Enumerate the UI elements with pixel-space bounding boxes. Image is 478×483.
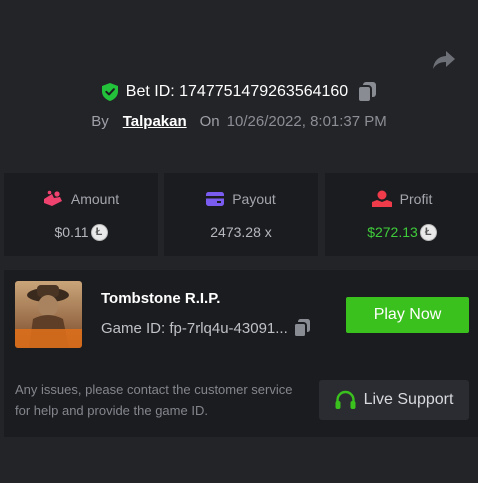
profit-icon	[371, 190, 392, 207]
by-label: By	[91, 112, 109, 130]
game-title: Tombstone R.I.P.	[101, 290, 221, 307]
game-id-row: Game ID: fp-7rlq4u-43091...	[101, 319, 310, 337]
game-id-text: Game ID: fp-7rlq4u-43091...	[101, 319, 288, 337]
headset-icon	[335, 390, 356, 409]
bet-stats: Amount $0.11 Ł Payout 2473.28 x Profit $…	[4, 173, 478, 256]
live-support-button[interactable]: Live Support	[319, 380, 469, 420]
copy-icon[interactable]	[358, 82, 377, 102]
live-support-label: Live Support	[363, 391, 454, 408]
amount-value: $0.11	[54, 224, 89, 240]
username-link[interactable]: Talpakan	[123, 113, 187, 130]
share-icon	[433, 51, 455, 69]
coin-icon: Ł	[90, 223, 108, 241]
profit-card: Profit $272.13 Ł	[325, 173, 478, 256]
game-panel: Tombstone R.I.P. Game ID: fp-7rlq4u-4309…	[4, 270, 478, 437]
support-help-text: Any issues, please contact the customer …	[15, 382, 293, 418]
profit-label: Profit	[399, 191, 433, 207]
play-now-button[interactable]: Play Now	[346, 297, 469, 333]
payout-icon	[206, 192, 225, 206]
payout-label: Payout	[232, 191, 276, 207]
bet-id-row: Bet ID: 1747751479263564160	[0, 80, 478, 104]
payout-card: Payout 2473.28 x	[164, 173, 318, 256]
payout-value: 2473.28 x	[210, 224, 272, 240]
amount-label: Amount	[70, 191, 120, 207]
coin-icon: Ł	[419, 223, 437, 241]
profit-value: $272.13	[367, 224, 418, 240]
bet-id-text: Bet ID: 1747751479263564160	[125, 83, 349, 100]
game-thumbnail-art	[15, 281, 82, 348]
game-thumbnail[interactable]	[15, 281, 82, 348]
shield-check-icon	[101, 83, 118, 101]
amount-icon	[43, 190, 62, 206]
amount-card: Amount $0.11 Ł	[4, 173, 158, 256]
share-button[interactable]	[432, 49, 456, 71]
bet-author-row: By Talpakan On 10/26/2022, 8:01:37 PM	[0, 110, 478, 132]
bet-datetime: 10/26/2022, 8:01:37 PM	[226, 112, 387, 130]
on-label: On	[199, 112, 220, 130]
copy-icon[interactable]	[293, 319, 310, 337]
